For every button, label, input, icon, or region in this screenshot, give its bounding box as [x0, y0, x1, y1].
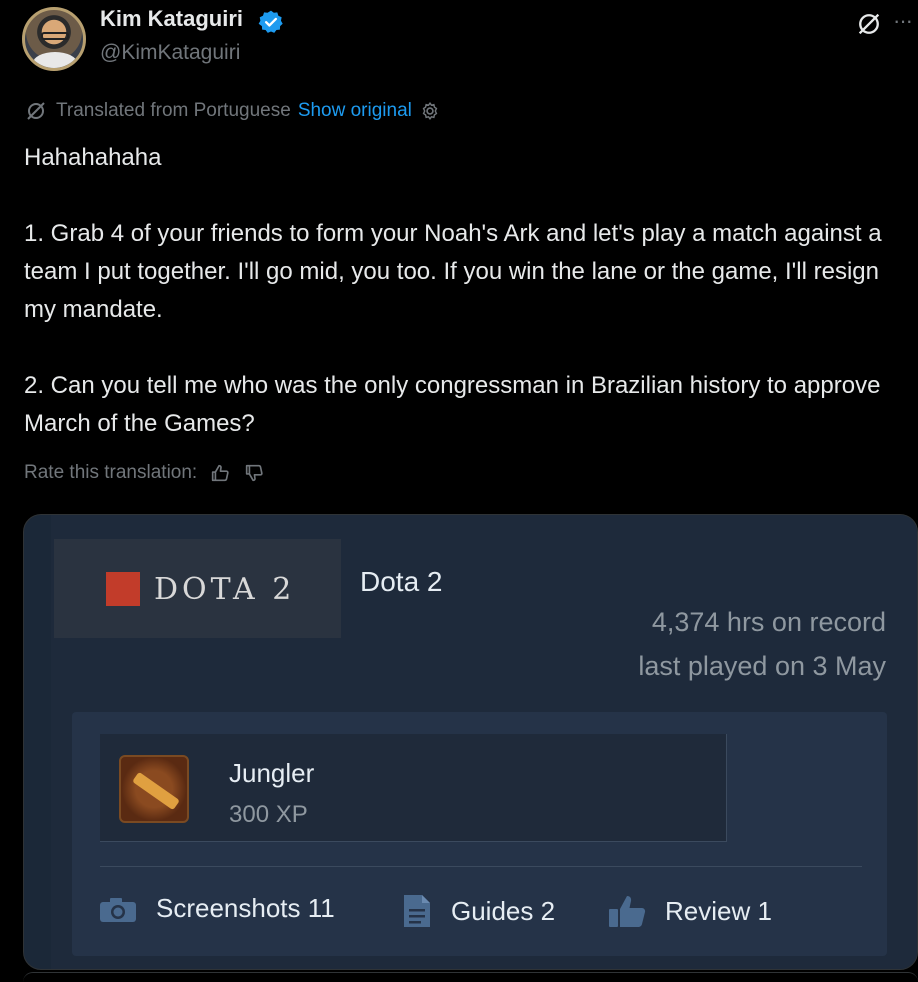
jungler-badge-icon [119, 755, 189, 823]
avatar-shirt [33, 52, 77, 68]
author-handle[interactable]: @KimKataguiri [100, 41, 240, 65]
guides-label: Guides 2 [451, 895, 556, 926]
translate-icon [27, 102, 45, 120]
more-icon[interactable]: ··· [893, 8, 913, 34]
review-label: Review 1 [665, 895, 772, 926]
panel-divider [100, 866, 862, 867]
gear-icon[interactable] [419, 100, 441, 122]
rate-translation: Rate this translation: [24, 462, 265, 484]
game-name[interactable]: Dota 2 [360, 566, 443, 598]
hours-on-record: 4,374 hrs on record [651, 607, 886, 637]
thumbs-down-icon[interactable] [243, 462, 265, 484]
last-played: last played on 3 May [638, 651, 886, 681]
dota-logo-icon [106, 572, 140, 606]
camera-icon [100, 897, 136, 922]
next-card-edge [23, 972, 918, 982]
avatar-glasses [41, 32, 69, 40]
thumbs-up-icon[interactable] [209, 462, 231, 484]
game-banner[interactable]: DOTA 2 [54, 539, 341, 638]
tweet-body: Hahahahaha 1. Grab 4 of your friends to … [24, 139, 914, 443]
rate-label: Rate this translation: [24, 462, 198, 483]
banner-logo-text: DOTA 2 [154, 572, 296, 607]
guides-link[interactable]: Guides 2 [401, 893, 555, 929]
document-icon [404, 895, 430, 927]
verified-badge-icon [258, 10, 283, 33]
screenshots-link[interactable]: Screenshots 11 [98, 893, 335, 924]
author-name[interactable]: Kim Kataguiri [100, 6, 243, 32]
tweet-line-1: Hahahahaha [24, 144, 162, 171]
tweet-paragraph-1: 1. Grab 4 of your friends to form your N… [24, 220, 882, 323]
badge-xp: 300 XP [229, 801, 308, 828]
review-link[interactable]: Review 1 [607, 893, 772, 929]
translation-note: Translated from Portuguese [56, 100, 291, 121]
translation-bar: Translated from Portuguese Show original [24, 99, 441, 123]
badge-box[interactable] [100, 734, 727, 842]
screenshots-label: Screenshots 11 [156, 893, 335, 923]
grok-icon[interactable] [855, 10, 883, 38]
thumbs-up-review-icon [609, 896, 646, 927]
show-original-link[interactable]: Show original [298, 100, 412, 122]
avatar[interactable] [22, 7, 86, 71]
badge-name: Jungler [229, 758, 315, 788]
tweet-paragraph-2: 2. Can you tell me who was the only cong… [24, 372, 881, 437]
